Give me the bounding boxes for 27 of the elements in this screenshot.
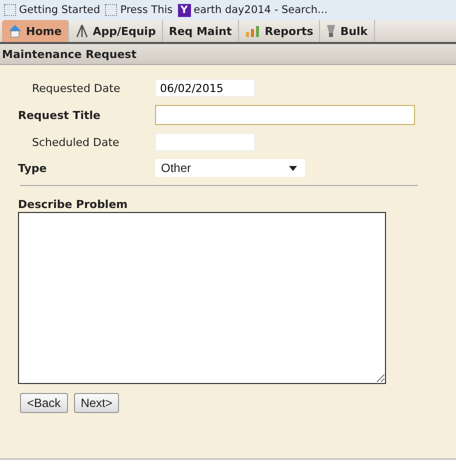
- nav-button[interactable]: Next>: [74, 393, 120, 413]
- field-label: Request Title: [18, 108, 102, 122]
- yahoo-icon: Y: [178, 4, 191, 16]
- nav-tab[interactable]: Bulk: [320, 20, 375, 42]
- nav-tab[interactable]: Reports: [238, 20, 320, 42]
- nav-tab[interactable]: App/Equip: [68, 20, 163, 42]
- field-label: Requested Date: [31, 82, 122, 94]
- nav-tab[interactable]: Home: [2, 20, 69, 42]
- field-label: Scheduled Date: [31, 136, 120, 148]
- blank-page-icon: [105, 4, 118, 16]
- text-area[interactable]: [18, 212, 386, 384]
- input-field[interactable]: 06/02/2015: [155, 79, 255, 97]
- nav-tab[interactable]: Req Maint: [162, 20, 239, 42]
- input-field[interactable]: [155, 105, 415, 125]
- caret-icon: [289, 166, 297, 170]
- house-icon: [8, 24, 22, 38]
- field-label: Type: [18, 162, 48, 174]
- bookmark-link[interactable]: Press This: [105, 4, 173, 16]
- bookmark-link[interactable]: Y earth day2014 - Search...: [178, 4, 328, 16]
- field-label: Describe Problem: [18, 198, 128, 211]
- bookmark-link[interactable]: Getting Started: [4, 4, 100, 16]
- nav-button[interactable]: <Back: [20, 393, 68, 413]
- chart-icon: [244, 24, 261, 38]
- type-dropdown[interactable]: Other: [155, 159, 305, 177]
- section-title: Maintenance Request: [2, 48, 136, 60]
- tool-icon: [74, 24, 89, 38]
- blank-page-icon: [4, 4, 16, 16]
